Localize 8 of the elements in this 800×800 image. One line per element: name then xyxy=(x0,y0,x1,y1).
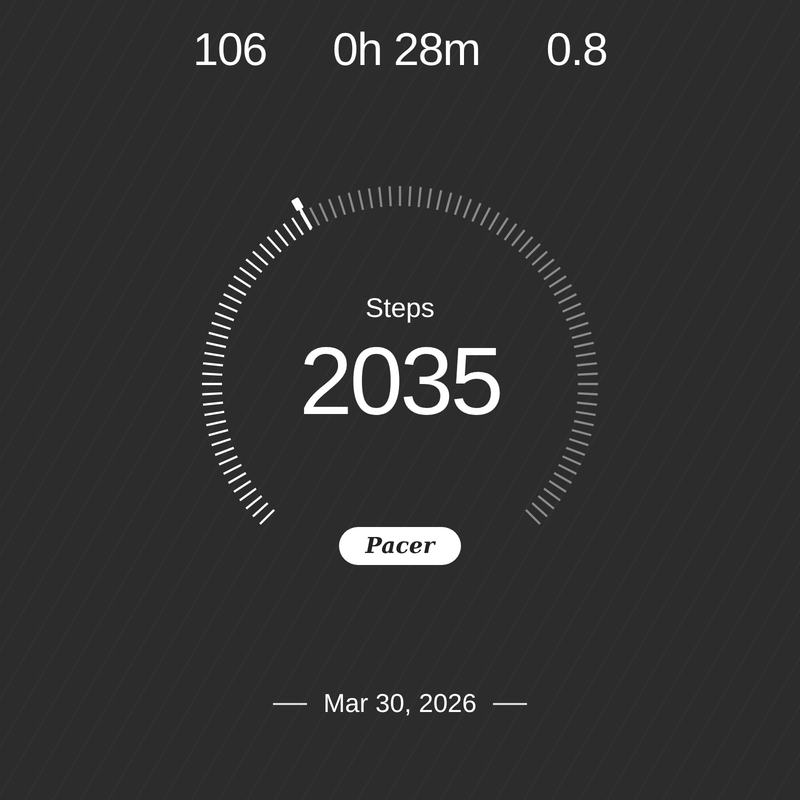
steps-label: Steps xyxy=(365,292,435,325)
progress-marker-icon xyxy=(291,197,313,230)
steps-count: 2035 xyxy=(299,334,501,430)
date-text: Mar 30, 2026 xyxy=(323,687,477,720)
stat-value: 0.8 xyxy=(546,26,608,72)
pacer-logo: Pacer xyxy=(339,527,461,565)
stat-value: 106 xyxy=(192,26,267,72)
stat-value: 0h 28m xyxy=(332,26,480,72)
